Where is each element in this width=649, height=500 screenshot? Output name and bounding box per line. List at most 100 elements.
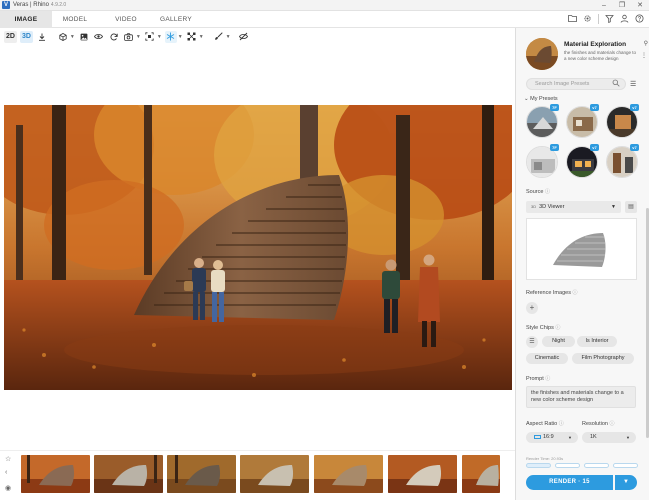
snowflake-icon[interactable] [164,30,177,43]
chips-list-icon[interactable]: ☰ [526,336,538,348]
preset-description: the finishes and materials change to a n… [564,50,637,61]
reference-images-label: Reference Images ⓘ [526,289,578,296]
chevron-left-icon[interactable]: ‹ [5,469,7,476]
star-icon[interactable]: ☆ [5,455,11,463]
chevron-down-icon[interactable]: ▼ [226,34,231,40]
veras-logo-icon: V [2,1,10,9]
prompt-label: Prompt ⓘ [526,375,550,382]
search-icon [612,79,620,89]
chevron-down-icon: ▼ [626,435,630,440]
progress-segment [584,463,609,468]
prompt-textarea[interactable]: the finishes and materials change to a n… [526,386,636,408]
refresh-icon[interactable] [108,31,120,43]
title-bar: V Veras | Rhino 4.9.2.0 – ❐ ✕ [0,0,649,11]
tab-model[interactable]: MODEL [52,11,98,28]
history-thumb[interactable] [167,455,236,493]
resolution-select[interactable]: 1K ▼ [582,432,636,443]
image-icon[interactable] [78,31,90,43]
hide-icon[interactable] [238,31,250,43]
chevron-down-icon: ▼ [623,479,629,485]
resolution-label: Resolution ⓘ [582,420,615,427]
preset-version-badge: v7 [630,104,639,111]
filter-icon[interactable] [604,14,615,25]
aspect-ratio-value: 16:9 [543,434,554,440]
chevron-down-icon[interactable]: ▼ [136,34,141,40]
tab-video[interactable]: VIDEO [104,11,148,28]
transform-icon[interactable] [186,31,198,43]
render-history-strip: ☆ ‹ ◉ [0,450,515,500]
preset-thumbnail [526,38,558,70]
chevron-down-icon[interactable]: ▼ [157,34,162,40]
aspect-ratio-select[interactable]: 16:9 ▼ [526,432,578,443]
source-label: Source ⓘ [526,188,550,195]
progress-segment [555,463,580,468]
chevron-down-icon[interactable]: ▼ [70,34,75,40]
eye-icon[interactable]: ◉ [5,484,11,492]
mode-2d-toggle[interactable]: 2D [4,30,17,43]
chip-cinematic[interactable]: Cinematic [526,353,568,364]
history-thumb[interactable] [94,455,163,493]
eye-icon[interactable] [93,31,105,43]
source-preview [526,218,637,280]
current-preset[interactable]: Material Exploration the finishes and ma… [526,38,648,72]
aspect-ratio-icon [534,434,541,439]
source-value: 3D Viewer [539,204,565,210]
chip-night[interactable]: Night [542,336,575,347]
maximize-button[interactable]: ❐ [613,0,631,11]
help-icon[interactable] [634,14,645,25]
settings-panel: Material Exploration the finishes and ma… [515,28,649,500]
render-progress [526,463,638,468]
search-input[interactable]: Search Image Presets [526,78,626,90]
window-title: Veras | Rhino 4.9.2.0 [13,2,66,8]
folder-icon[interactable] [567,14,578,25]
render-viewport [0,45,515,450]
info-icon: ⓘ [572,290,578,296]
chip-is-interior[interactable]: Is Interior [577,336,617,347]
selection-icon[interactable] [144,31,156,43]
style-chips-label-text: Style Chips [526,325,554,331]
info-icon: ⓘ [555,325,561,331]
nav-divider [598,14,599,24]
cube-icon[interactable] [57,31,69,43]
aspect-label-text: Aspect Ratio [526,421,558,427]
brush-icon[interactable] [213,31,225,43]
mode-3d-toggle[interactable]: 3D [19,30,33,43]
history-thumb[interactable] [388,455,457,493]
rendered-image[interactable] [4,105,512,390]
nav-actions [567,14,645,25]
gear-icon[interactable] [582,14,593,25]
history-thumb[interactable] [21,455,90,493]
my-presets-header[interactable]: ⌄ My Presets [524,96,558,102]
history-thumb[interactable] [462,455,500,493]
source-settings-icon[interactable]: ▤ [625,201,637,213]
resolution-label-text: Resolution [582,421,608,427]
source-select[interactable]: 3D 3D Viewer ▼ [526,201,621,213]
list-view-icon[interactable]: ☰ [630,80,636,88]
render-button[interactable]: RENDER · 15 [526,475,613,490]
tab-image[interactable]: IMAGE [0,11,52,28]
window-controls: – ❐ ✕ [595,0,649,11]
render-time: Render Time: 20.93s [526,456,564,461]
source-label-text: Source [526,189,544,195]
chip-film-photography[interactable]: Film Photography [572,353,634,364]
download-icon[interactable] [36,31,48,43]
more-icon[interactable]: ⋮ [641,52,647,59]
history-thumb[interactable] [240,455,309,493]
resolution-value: 1K [590,434,597,440]
pin-icon[interactable]: ⚲ [644,40,648,47]
tab-gallery[interactable]: GALLERY [152,11,200,28]
preset-version-badge: 7F [550,144,559,151]
user-icon[interactable] [619,14,630,25]
minimize-button[interactable]: – [595,0,613,11]
history-thumb[interactable] [314,455,383,493]
render-options-button[interactable]: ▼ [615,475,637,490]
chevron-down-icon[interactable]: ▼ [178,34,183,40]
preset-version-badge: v7 [630,144,639,151]
window-version: 4.9.2.0 [50,2,67,8]
camera-icon[interactable] [123,31,135,43]
main-tabs: IMAGE MODEL VIDEO GALLERY [0,11,649,28]
close-button[interactable]: ✕ [631,0,649,11]
add-reference-button[interactable]: + [526,302,538,314]
chevron-down-icon[interactable]: ▼ [199,34,204,40]
reference-label-text: Reference Images [526,290,571,296]
